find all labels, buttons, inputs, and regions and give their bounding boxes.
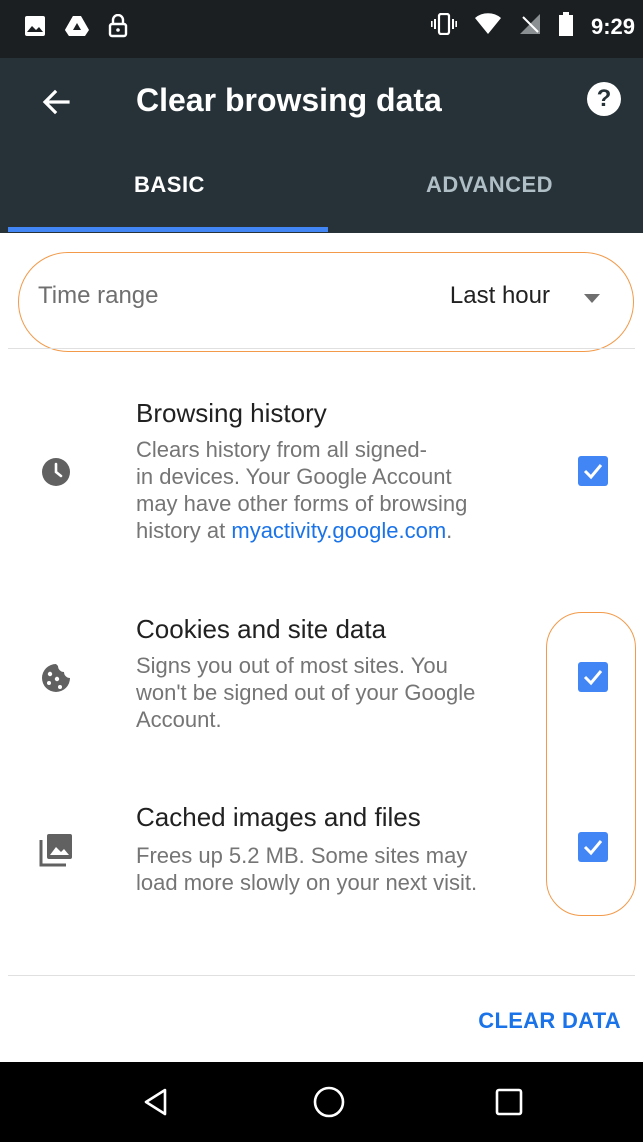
item-title: Browsing history bbox=[136, 398, 327, 428]
time-range-label: Time range bbox=[38, 282, 159, 309]
clear-data-button[interactable]: CLEAR DATA bbox=[478, 1008, 621, 1034]
item-description: Clears history from all signed- in devic… bbox=[136, 437, 468, 543]
app-bar: Clear browsing data ? BASIC ADVANCED bbox=[0, 58, 643, 233]
back-button[interactable] bbox=[32, 80, 80, 128]
system-nav-bar bbox=[0, 1062, 643, 1142]
recents-square-icon bbox=[495, 1088, 523, 1116]
page-title: Clear browsing data bbox=[136, 82, 442, 118]
cached-images-checkbox[interactable] bbox=[578, 832, 608, 862]
clock-icon bbox=[38, 454, 74, 490]
wifi-icon bbox=[474, 13, 501, 40]
cookies-checkbox[interactable] bbox=[578, 662, 608, 692]
drive-icon bbox=[64, 15, 90, 42]
tab-advanced[interactable]: ADVANCED bbox=[426, 172, 553, 198]
image-icon bbox=[24, 15, 46, 42]
home-circle-icon bbox=[313, 1086, 345, 1118]
help-button[interactable]: ? bbox=[587, 82, 621, 116]
check-icon bbox=[583, 464, 603, 480]
item-title: Cached images and files bbox=[136, 802, 421, 832]
nav-home-button[interactable] bbox=[307, 1080, 351, 1124]
nav-recents-button[interactable] bbox=[487, 1080, 531, 1124]
vibrate-icon bbox=[430, 12, 457, 40]
status-bar: 9:29 bbox=[0, 0, 643, 58]
item-description: Frees up 5.2 MB. Some sites may load mor… bbox=[136, 843, 478, 895]
arrow-back-icon bbox=[40, 86, 72, 123]
dropdown-arrow-icon bbox=[584, 294, 600, 303]
no-signal-icon bbox=[519, 13, 541, 40]
browsing-history-checkbox[interactable] bbox=[578, 456, 608, 486]
checkbox-highlight bbox=[546, 612, 636, 916]
images-icon bbox=[38, 832, 74, 868]
back-triangle-icon bbox=[144, 1088, 167, 1116]
tab-basic[interactable]: BASIC bbox=[134, 172, 205, 198]
help-icon: ? bbox=[596, 85, 612, 112]
divider bbox=[8, 348, 635, 349]
check-icon bbox=[583, 840, 603, 856]
time-range-dropdown[interactable]: Time range Last hour bbox=[18, 252, 634, 352]
check-icon bbox=[583, 670, 603, 686]
divider bbox=[8, 975, 635, 976]
item-description: Signs you out of most sites. You won't b… bbox=[136, 653, 476, 732]
status-time: 9:29 bbox=[590, 13, 635, 39]
cookie-icon bbox=[38, 660, 74, 696]
time-range-value: Last hour bbox=[449, 282, 550, 309]
tab-selected-indicator bbox=[8, 227, 328, 232]
myactivity-link[interactable]: myactivity.google.com bbox=[231, 518, 446, 543]
battery-icon bbox=[558, 12, 573, 41]
item-title: Cookies and site data bbox=[136, 614, 387, 644]
nav-back-button[interactable] bbox=[134, 1080, 178, 1124]
lock-icon bbox=[108, 13, 128, 43]
